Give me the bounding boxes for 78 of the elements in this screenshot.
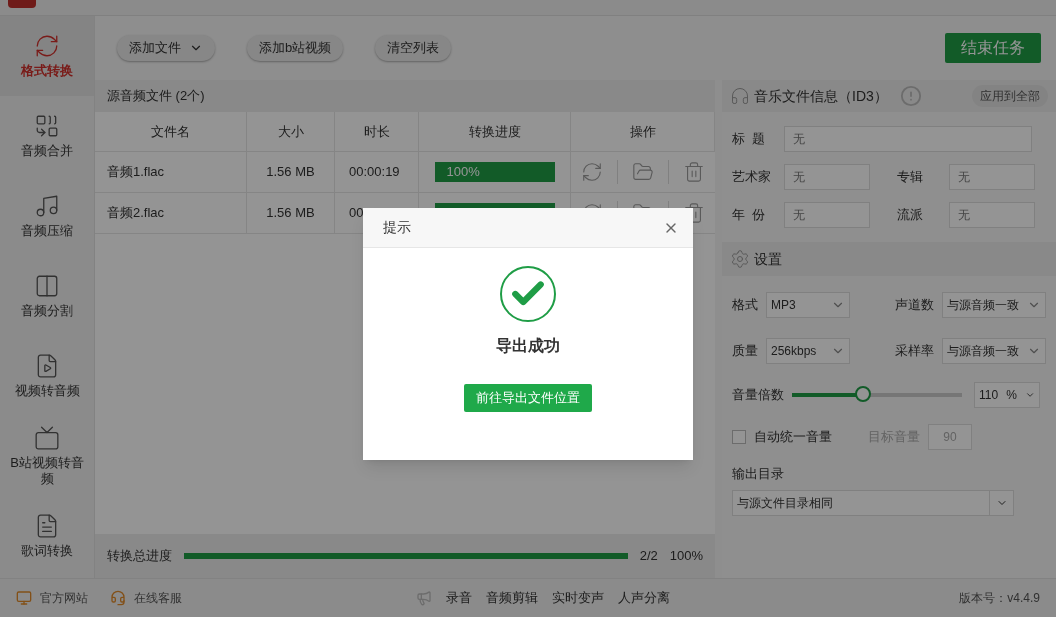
footer-tool[interactable]: 实时变声 — [552, 588, 604, 608]
sidebar-item[interactable]: 音频分割 — [0, 256, 94, 336]
sidebar-item[interactable]: 音频压缩 — [0, 176, 94, 256]
table-cell: 音频2.flac — [95, 193, 247, 233]
volume-slider-thumb[interactable] — [855, 386, 872, 402]
input-field[interactable]: 无 — [784, 126, 1032, 152]
column-header: 文件名 — [95, 112, 247, 151]
toolbar-button[interactable]: 添加b站视频 — [247, 35, 344, 61]
output-label: 输出目录 — [731, 465, 785, 483]
toolbar-button[interactable]: 清空列表 — [375, 35, 452, 61]
success-icon — [500, 266, 556, 322]
output-select[interactable]: 与源文件目录相同 — [732, 489, 1014, 516]
select-label: 声道数 — [895, 296, 934, 315]
checkbox[interactable] — [732, 430, 746, 444]
column-header: 时长 — [335, 112, 419, 151]
input-field[interactable]: 无 — [784, 202, 870, 228]
folder-icon[interactable] — [632, 161, 654, 183]
volume-label: 音量倍数 — [732, 386, 784, 405]
end-task-button[interactable]: 结束任务 — [945, 33, 1041, 63]
select-field[interactable]: 与源音频一致 — [942, 338, 1046, 364]
sidebar-item[interactable]: 音频合并 — [0, 96, 94, 176]
app-logo-icon — [8, 0, 36, 8]
volume-input[interactable]: 110 % — [974, 382, 1040, 408]
sidebar-item[interactable]: 歌词转换 — [0, 496, 94, 576]
column-header: 大小 — [247, 112, 335, 151]
footer-link[interactable]: 在线客服 — [110, 589, 182, 607]
field-label: 标 题 — [732, 130, 767, 149]
reconvert-icon[interactable] — [581, 161, 603, 183]
sidebar-icon — [34, 113, 60, 139]
footer-tool[interactable]: 音频剪辑 — [486, 588, 538, 608]
headphones-icon — [730, 86, 750, 106]
input-field[interactable]: 无 — [949, 164, 1035, 190]
table-cell: 1.56 MB — [247, 193, 335, 233]
field-label: 专辑 — [897, 168, 924, 187]
footer-icon — [16, 590, 32, 606]
input-field[interactable]: 无 — [784, 164, 870, 190]
column-header: 转换进度 — [419, 112, 571, 151]
sidebar-item[interactable]: B站视频转音频 — [0, 416, 94, 496]
settings-icon — [730, 249, 750, 269]
panel-header: 源音频文件 (2个) — [95, 80, 715, 112]
input-field[interactable]: 无 — [949, 202, 1035, 228]
dialog-message: 导出成功 — [496, 336, 560, 356]
version-text: 版本号：v4.4.9 — [959, 590, 1040, 607]
sidebar-item[interactable]: 视频转音频 — [0, 336, 94, 416]
table-cell: 00:00:19 — [335, 152, 419, 192]
column-header: 操作 — [571, 112, 715, 151]
info-icon[interactable] — [899, 85, 922, 107]
sidebar-icon — [34, 193, 60, 219]
field-label: 年 份 — [732, 206, 767, 225]
sidebar-item[interactable]: 格式转换 — [0, 16, 94, 96]
sidebar-icon — [34, 425, 60, 451]
field-label: 艺术家 — [732, 168, 772, 187]
table-cell: 音频1.flac — [95, 152, 247, 192]
apply-all-button[interactable]: 应用到全部 — [972, 85, 1048, 107]
footer-tool[interactable]: 人声分离 — [618, 588, 670, 608]
total-percent: 100% — [669, 547, 703, 566]
total-progress-label: 转换总进度 — [107, 547, 172, 566]
open-folder-button[interactable]: 前往导出文件位置 — [464, 384, 592, 412]
select-label: 采样率 — [895, 342, 934, 361]
toolbar-button[interactable]: 添加文件 — [117, 35, 215, 61]
total-count: 2/2 — [639, 547, 658, 566]
footer-tool[interactable]: 录音 — [446, 588, 472, 608]
sidebar-icon — [34, 33, 60, 59]
footer-link[interactable]: 官方网站 — [16, 589, 88, 607]
progress-fill: 100% — [434, 162, 555, 182]
select-field[interactable]: 256kbps — [766, 338, 850, 364]
footer-icon — [110, 590, 126, 606]
select-label: 质量 — [732, 342, 758, 361]
megaphone-icon — [416, 590, 432, 606]
section-title: 音乐文件信息（ID3） — [754, 86, 888, 106]
select-field[interactable]: MP3 — [766, 292, 850, 318]
section-title: 设置 — [754, 249, 782, 269]
sidebar-icon — [34, 273, 60, 299]
table-cell: 1.56 MB — [247, 152, 335, 192]
select-field[interactable]: 与源音频一致 — [942, 292, 1046, 318]
field-label: 流派 — [897, 206, 924, 225]
checkbox-label: 自动统一音量 — [754, 428, 832, 447]
select-label: 格式 — [732, 296, 758, 315]
